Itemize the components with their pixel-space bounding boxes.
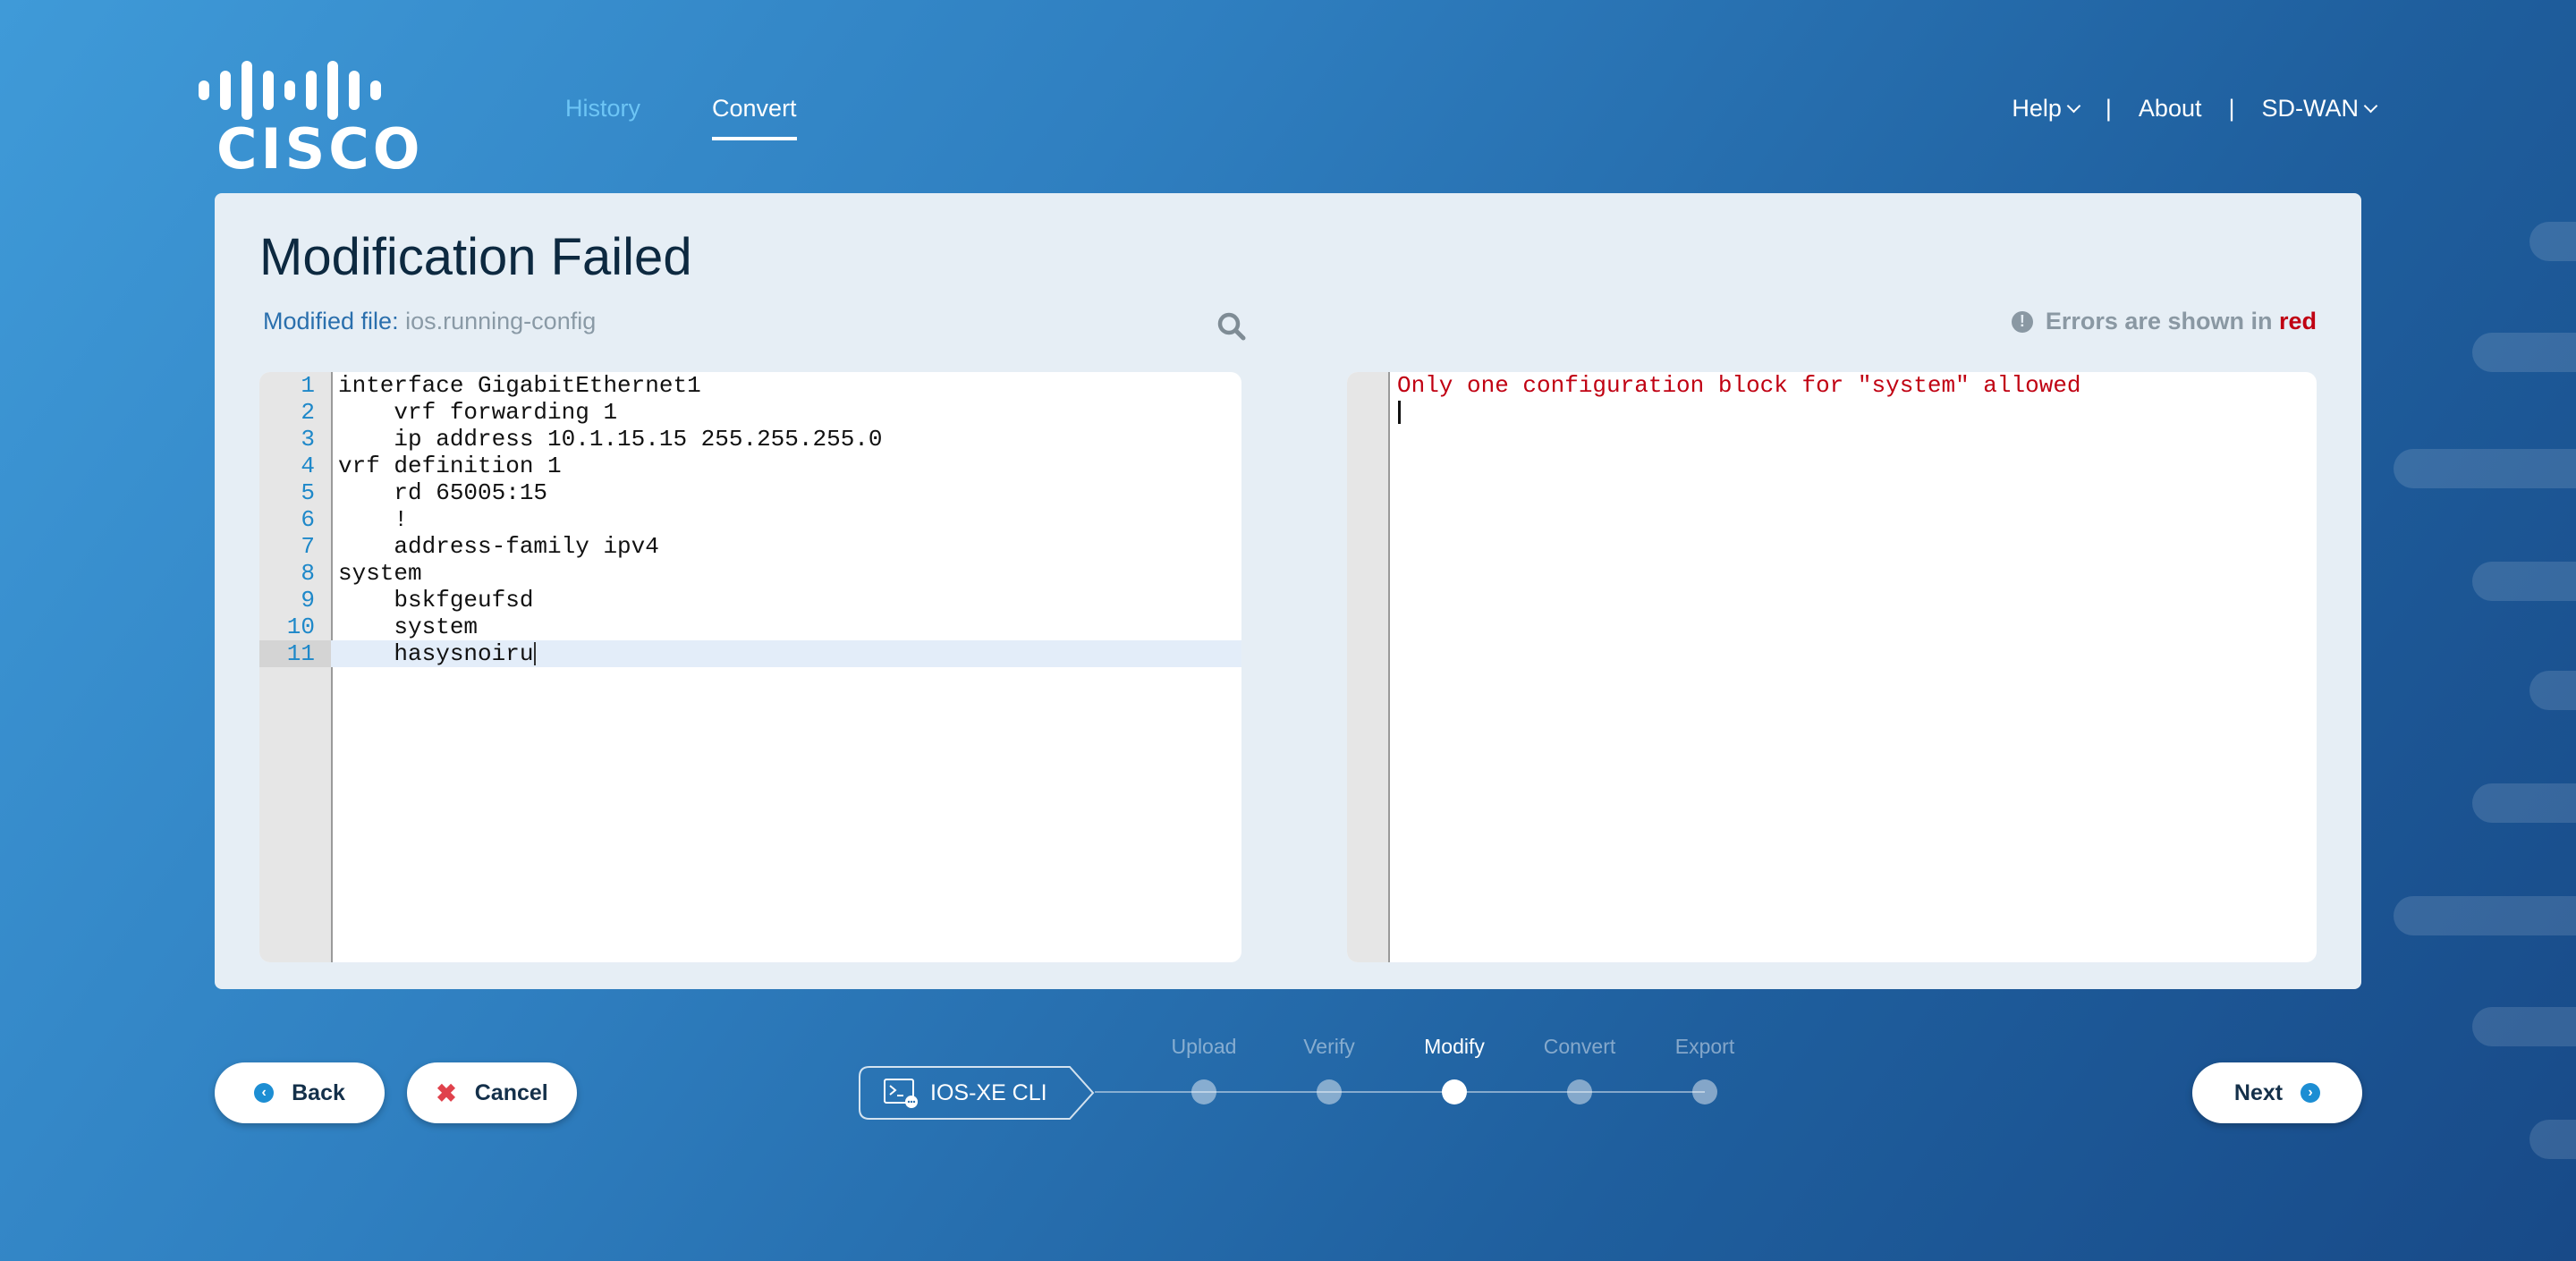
code-line[interactable]: 1 interface GigabitEthernet1 <box>259 372 1241 399</box>
menu-separator: | <box>2105 95 2112 122</box>
modified-file-info: Modified file: ios.running-config <box>263 308 596 335</box>
top-right-menu: Help | About | SD-WAN <box>2012 95 2378 123</box>
step-convert: Convert <box>1517 1028 1642 1104</box>
line-text: ip address 10.1.15.15 255.255.255.0 <box>338 426 883 453</box>
error-output-panel[interactable]: Only one configuration block for "system… <box>1347 372 2317 962</box>
next-label: Next <box>2233 1079 2284 1105</box>
main-nav: History Convert <box>565 95 797 140</box>
back-button[interactable]: ‹ Back <box>215 1062 385 1123</box>
code-line[interactable]: 6 ! <box>259 506 1241 533</box>
background-decoration <box>2394 896 2576 935</box>
menu-separator: | <box>2228 95 2235 122</box>
modify-card: Modification Failed Modified file: ios.r… <box>215 193 2361 989</box>
line-text: bskfgeufsd <box>338 587 534 614</box>
step-export: Export <box>1642 1028 1767 1104</box>
line-text: interface GigabitEthernet1 <box>338 372 701 399</box>
chevron-left-circle-icon: ‹ <box>254 1083 275 1103</box>
step-dot <box>1692 1079 1717 1104</box>
line-text: vrf forwarding 1 <box>338 399 618 426</box>
cancel-button[interactable]: ✖ Cancel <box>407 1062 577 1123</box>
about-link[interactable]: About <box>2139 95 2202 123</box>
text-cursor <box>534 642 536 665</box>
code-line[interactable]: 7 address-family ipv4 <box>259 533 1241 560</box>
step-verify: Verify <box>1267 1028 1392 1104</box>
cisco-logo-bars-icon <box>199 61 422 120</box>
line-number: 10 <box>286 614 315 640</box>
code-line[interactable]: 5 rd 65005:15 <box>259 479 1241 506</box>
background-decoration <box>2472 562 2576 601</box>
code-lines: 1 interface GigabitEthernet1 2 vrf forward… <box>259 372 1241 667</box>
background-decoration <box>2529 671 2576 710</box>
line-number: 4 <box>301 453 315 479</box>
modified-file-name: ios.running-config <box>405 308 597 334</box>
error-legend-text: Errors are shown in <box>2045 308 2273 334</box>
config-editor[interactable]: 1 interface GigabitEthernet1 2 vrf forward… <box>259 372 1241 962</box>
step-upload: Upload <box>1141 1028 1267 1104</box>
code-line[interactable]: 4 vrf definition 1 <box>259 453 1241 479</box>
help-menu[interactable]: Help <box>2012 95 2081 123</box>
help-label: Help <box>2012 95 2062 122</box>
code-line[interactable]: 9 bskfgeufsd <box>259 587 1241 614</box>
terminal-icon <box>884 1079 918 1108</box>
next-button[interactable]: Next › <box>2192 1062 2362 1123</box>
line-text: hasysnoiru <box>338 640 534 667</box>
error-legend-color: red <box>2278 308 2317 334</box>
step-dot <box>1191 1079 1216 1104</box>
nav-history[interactable]: History <box>565 95 640 140</box>
line-number: 9 <box>301 587 315 614</box>
background-decoration <box>2472 783 2576 823</box>
product-menu[interactable]: SD-WAN <box>2261 95 2378 123</box>
line-number: 2 <box>301 399 315 426</box>
chevron-right-circle-icon: › <box>2301 1083 2321 1103</box>
line-text: address-family ipv4 <box>338 533 659 560</box>
product-label: SD-WAN <box>2261 95 2360 122</box>
step-dot <box>1317 1079 1342 1104</box>
cancel-label: Cancel <box>474 1079 548 1105</box>
chevron-down-icon <box>2066 98 2081 114</box>
page-title: Modification Failed <box>259 228 692 286</box>
line-number: 1 <box>301 372 315 399</box>
code-line[interactable]: 2 vrf forwarding 1 <box>259 399 1241 426</box>
error-message: Only one configuration block for "system… <box>1397 372 2081 399</box>
line-number: 11 <box>259 640 331 667</box>
source-product-badge: IOS-XE CLI <box>859 1066 1095 1120</box>
code-line[interactable]: 10 system <box>259 614 1241 640</box>
exclamation-circle-icon: ! <box>2011 310 2033 333</box>
cisco-logo[interactable]: CISCO <box>199 61 422 179</box>
nav-convert[interactable]: Convert <box>712 95 797 140</box>
progress-stepper: Upload Verify Modify Convert Export <box>1095 1028 1757 1118</box>
line-number: 6 <box>301 506 315 533</box>
background-decoration <box>2529 1120 2576 1159</box>
code-line[interactable]: 3 ip address 10.1.15.15 255.255.255.0 <box>259 426 1241 453</box>
step-dot <box>1567 1079 1592 1104</box>
code-line[interactable]: 11 hasysnoiru <box>259 640 1241 667</box>
back-label: Back <box>292 1079 345 1105</box>
text-cursor <box>1398 401 1401 424</box>
step-dot <box>1442 1079 1467 1104</box>
error-legend: ! Errors are shown in red <box>2011 308 2317 335</box>
line-number: 5 <box>301 479 315 506</box>
line-text: system <box>338 614 479 640</box>
background-decoration <box>2472 1007 2576 1046</box>
line-number: 3 <box>301 426 315 453</box>
close-icon: ✖ <box>436 1079 457 1107</box>
step-modify: Modify <box>1392 1028 1517 1104</box>
background-decoration <box>2529 222 2576 261</box>
line-text: ! <box>338 506 409 533</box>
code-line[interactable]: 8 system <box>259 560 1241 587</box>
product-badge-label: IOS-XE CLI <box>930 1080 1047 1105</box>
line-text: rd 65005:15 <box>338 479 548 506</box>
background-decoration <box>2472 333 2576 372</box>
error-gutter <box>1347 372 1390 962</box>
modified-file-label: Modified file: <box>263 308 399 334</box>
line-text: system <box>338 560 422 587</box>
background-decoration <box>2394 449 2576 488</box>
line-number: 8 <box>301 560 315 587</box>
search-icon[interactable] <box>1216 311 1247 342</box>
cisco-logo-text: CISCO <box>216 116 424 182</box>
chevron-down-icon <box>2363 98 2378 114</box>
line-text: vrf definition 1 <box>338 453 562 479</box>
line-number: 7 <box>301 533 315 560</box>
